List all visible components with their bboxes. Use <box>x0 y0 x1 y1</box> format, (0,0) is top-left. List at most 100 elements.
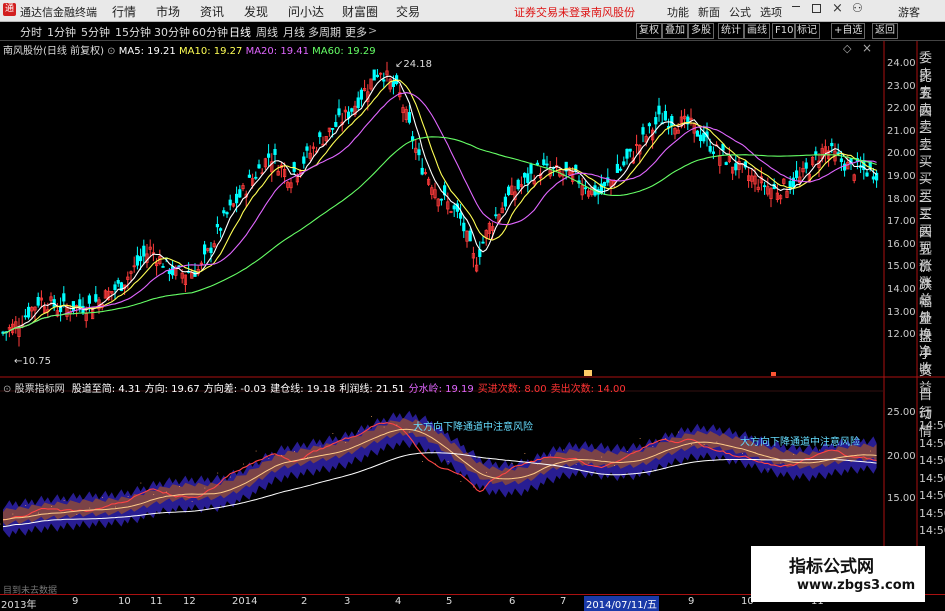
candle <box>561 169 565 186</box>
signal-mark: · <box>281 452 283 460</box>
candle <box>10 319 15 336</box>
event-marker[interactable] <box>771 372 776 376</box>
candle <box>474 257 479 273</box>
candle <box>571 166 575 185</box>
candle <box>526 167 530 193</box>
candle <box>23 308 28 320</box>
candle <box>356 91 360 111</box>
side-panel-item[interactable]: 14:50 <box>919 489 945 502</box>
candle <box>804 158 808 174</box>
kline-chart[interactable]: · · · · · · · · · · · · · · · · · · · · · · · · · · · · · · · · · · · · · · · ·… <box>0 0 945 609</box>
signal-mark: · <box>383 423 385 431</box>
candle <box>202 240 207 264</box>
signal-mark: · <box>255 447 257 455</box>
side-panel-item[interactable]: 14:50 <box>919 524 945 537</box>
candle <box>737 156 741 179</box>
signal-mark: · <box>76 511 78 519</box>
price-tick: 22.00 <box>887 103 916 115</box>
signal-mark: · <box>268 455 270 463</box>
date-tick: 9 <box>72 596 79 607</box>
candle <box>494 207 498 219</box>
candle <box>414 139 418 161</box>
candle <box>103 289 107 299</box>
watermark-url: www.zbgs3.com <box>797 578 916 593</box>
side-panel-item[interactable]: 14:50 <box>919 419 945 432</box>
candle <box>212 240 216 249</box>
candle <box>436 198 440 212</box>
event-marker[interactable] <box>584 370 592 376</box>
candle <box>859 156 863 173</box>
candle <box>94 285 98 303</box>
candle <box>404 106 408 123</box>
indicator-value: 买进次数: 8.00 <box>477 384 547 395</box>
candle <box>327 127 332 137</box>
candle <box>622 156 626 167</box>
side-panel-item[interactable]: 14:50 <box>919 472 945 485</box>
candle <box>801 161 805 178</box>
candle <box>231 202 235 208</box>
candle <box>756 179 760 193</box>
price-tick: 14.00 <box>887 284 916 295</box>
candle <box>420 158 424 176</box>
signal-mark: · <box>204 484 206 492</box>
candle <box>36 292 40 308</box>
candle <box>362 79 367 92</box>
signal-mark: · <box>588 460 590 468</box>
signal-mark: · <box>626 448 628 456</box>
candle <box>695 130 700 137</box>
candle <box>465 230 469 248</box>
price-tick: 18.00 <box>887 193 916 205</box>
candle <box>587 187 591 199</box>
signal-mark: · <box>716 439 718 447</box>
candle <box>196 265 200 277</box>
signal-mark: · <box>729 456 731 464</box>
signal-mark: · <box>242 461 244 469</box>
price-tick: 23.00 <box>887 80 916 92</box>
price-tick: 16.00 <box>887 238 916 250</box>
candle <box>510 177 514 196</box>
indicator-value: 股道至简: 4.31 <box>71 384 141 395</box>
candle <box>692 123 696 143</box>
watermark-title: 指标公式网 <box>789 557 874 577</box>
candle <box>26 302 31 320</box>
side-panel-item[interactable]: 14:50 <box>919 454 945 467</box>
candle <box>14 316 18 334</box>
candle <box>875 170 879 188</box>
date-tick: 4 <box>395 596 402 607</box>
candle <box>782 178 786 186</box>
candle <box>241 182 245 192</box>
candle <box>183 274 187 293</box>
candle <box>542 152 546 166</box>
signal-mark: · <box>524 450 526 458</box>
candle <box>132 256 136 273</box>
date-tick: 3 <box>344 596 351 607</box>
date-tick: 2014 <box>232 596 258 607</box>
candle <box>667 118 671 135</box>
indicator-tick: 20.00 <box>887 451 916 462</box>
candle <box>119 281 123 292</box>
candle <box>833 143 837 166</box>
signal-mark: · <box>127 493 129 501</box>
indicator-settings-icon[interactable]: ⊙ <box>3 384 11 395</box>
candle <box>20 315 24 329</box>
date-tick: 9 <box>688 596 695 607</box>
candle <box>334 114 338 128</box>
candle <box>385 61 389 82</box>
candle <box>683 108 687 129</box>
side-panel-item[interactable]: 14:50 <box>919 507 945 520</box>
date-tick: 7 <box>560 596 567 607</box>
candle <box>215 216 219 235</box>
signal-mark: · <box>345 439 347 447</box>
side-panel-item[interactable]: 14:50 <box>919 437 945 450</box>
low-price-label: ←10.75 <box>14 356 52 367</box>
signal-mark: · <box>793 451 795 459</box>
indicator-value: 卖出次数: 14.00 <box>550 384 626 395</box>
quote-side-panel: 委比 卖五 卖四 卖三 卖二 卖一 买一 买二 买三 买四 买五 现价 涨跌 涨幅 总量 外盘 换手 净资 收益 自动… <box>917 41 945 571</box>
watermark: 指标公式网 www.zbgs3.com <box>751 546 925 602</box>
candle <box>539 167 543 186</box>
candle <box>91 308 95 320</box>
signal-mark: · <box>293 448 295 456</box>
signal-mark: · <box>409 428 411 436</box>
candle <box>791 172 796 195</box>
candle <box>423 168 428 176</box>
